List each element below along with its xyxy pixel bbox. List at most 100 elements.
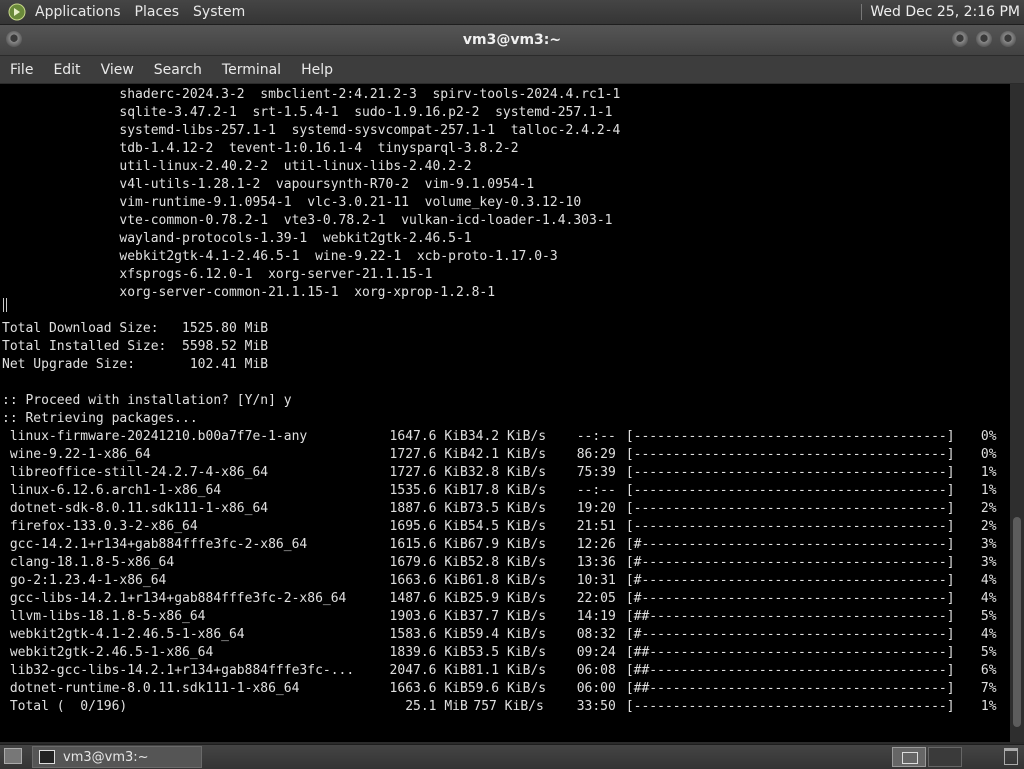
package-line: webkit2gtk-4.1-2.46.5-1 wine-9.22-1 xcb-… — [2, 249, 558, 264]
system-menu[interactable]: System — [186, 0, 252, 24]
download-progress-bar: [##-------------------------------------… — [625, 609, 955, 624]
trash-icon[interactable] — [1004, 748, 1018, 765]
download-package-name: dotnet-sdk-8.0.11.sdk111-1-x86_64 — [9, 501, 269, 516]
download-progress-bar: [---------------------------------------… — [625, 447, 955, 462]
download-percent: 1% — [980, 483, 997, 498]
download-eta: --:-- — [576, 429, 616, 444]
download-progress-bar: [##-------------------------------------… — [625, 663, 955, 678]
package-line: wayland-protocols-1.39-1 webkit2gtk-2.46… — [2, 231, 472, 246]
minimize-icon[interactable] — [952, 31, 968, 47]
menu-help[interactable]: Help — [291, 62, 343, 78]
download-rate: 81.1 KiB/s — [467, 663, 547, 678]
download-rate: 34.2 KiB/s — [467, 429, 547, 444]
text-cursor-icon — [3, 298, 7, 312]
download-size: 1583.6 KiB — [389, 627, 468, 642]
download-row: linux-firmware-20241210.b00a7f7e-1-any 16… — [2, 428, 1010, 446]
package-line: tdb-1.4.12-2 tevent-1:0.16.1-4 tinysparq… — [2, 141, 519, 156]
top-panel: Applications Places System Wed Dec 25, 2… — [0, 0, 1024, 25]
download-percent: 5% — [980, 609, 997, 624]
download-row: Total ( 0/196) 25.1 MiB 757 KiB/s 33:50 [---… — [2, 698, 1010, 716]
download-size: 1615.6 KiB — [389, 537, 468, 552]
terminal-output[interactable]: shaderc-2024.3-2 smbclient-2:4.21.2-3 sp… — [0, 84, 1010, 742]
download-percent: 6% — [980, 663, 997, 678]
download-size: 1727.6 KiB — [389, 465, 468, 480]
terminal-icon — [39, 750, 55, 764]
download-rate: 54.5 KiB/s — [467, 519, 547, 534]
window-menu-icon[interactable] — [6, 31, 22, 47]
download-progress-bar: [---------------------------------------… — [625, 519, 955, 534]
download-size: 1903.6 KiB — [389, 609, 468, 624]
taskbar-terminal-item[interactable]: vm3@vm3:~ — [32, 746, 202, 768]
download-percent: 0% — [980, 447, 997, 462]
download-rate: 59.4 KiB/s — [467, 627, 547, 642]
download-percent: 2% — [980, 519, 997, 534]
download-rate: 52.8 KiB/s — [467, 555, 547, 570]
workspace-2[interactable] — [928, 747, 962, 767]
download-eta: 21:51 — [576, 519, 616, 534]
download-size: 1663.6 KiB — [389, 573, 468, 588]
download-eta: 14:19 — [576, 609, 616, 624]
download-eta: 19:20 — [576, 501, 616, 516]
download-eta: 33:50 — [576, 699, 616, 714]
download-size: 1887.6 KiB — [389, 501, 468, 516]
window-thumb-icon — [902, 752, 918, 764]
download-rate: 42.1 KiB/s — [467, 447, 547, 462]
download-row: libreoffice-still-24.2.7-4-x86_64 1727.6 … — [2, 464, 1010, 482]
distro-logo-icon[interactable] — [8, 3, 26, 21]
download-package-name: dotnet-runtime-8.0.11.sdk111-1-x86_64 — [9, 681, 300, 696]
panel-separator — [861, 4, 863, 20]
menu-file[interactable]: File — [0, 62, 43, 78]
upgrade-size-line: Net Upgrade Size: 102.41 MiB — [2, 357, 269, 372]
menu-terminal[interactable]: Terminal — [212, 62, 291, 78]
download-percent: 5% — [980, 645, 997, 660]
download-package-name: libreoffice-still-24.2.7-4-x86_64 — [9, 465, 269, 480]
package-line: shaderc-2024.3-2 smbclient-2:4.21.2-3 sp… — [2, 87, 621, 102]
download-package-name: lib32-gcc-libs-14.2.1+r134+gab884fffe3fc… — [9, 663, 355, 678]
download-size: 2047.6 KiB — [389, 663, 468, 678]
download-row: go-2:1.23.4-1-x86_64 1663.6 KiB61.8 KiB/s… — [2, 572, 1010, 590]
show-desktop-icon[interactable] — [4, 748, 22, 764]
download-row: clang-18.1.8-5-x86_64 1679.6 KiB52.8 KiB/… — [2, 554, 1010, 572]
download-size: 1487.6 KiB — [389, 591, 468, 606]
download-row: firefox-133.0.3-2-x86_64 1695.6 KiB54.5 K… — [2, 518, 1010, 536]
clock[interactable]: Wed Dec 25, 2:16 PM — [870, 4, 1024, 20]
scrollbar-thumb[interactable] — [1013, 517, 1021, 727]
applications-menu[interactable]: Applications — [28, 0, 128, 24]
download-rate: 32.8 KiB/s — [467, 465, 547, 480]
download-package-name: linux-6.12.6.arch1-1-x86_64 — [9, 483, 222, 498]
maximize-icon[interactable] — [976, 31, 992, 47]
download-progress-bar: [---------------------------------------… — [625, 465, 955, 480]
terminal-scrollbar[interactable] — [1010, 84, 1024, 742]
close-icon[interactable] — [1000, 31, 1016, 47]
download-size: 25.1 MiB — [405, 699, 468, 714]
download-row: webkit2gtk-2.46.5-1-x86_64 1839.6 KiB53.5… — [2, 644, 1010, 662]
download-rate: 757 KiB/s — [473, 699, 544, 714]
download-rate: 67.9 KiB/s — [467, 537, 547, 552]
download-eta: 86:29 — [576, 447, 616, 462]
places-menu[interactable]: Places — [128, 0, 187, 24]
window-titlebar[interactable]: vm3@vm3:~ — [0, 25, 1024, 55]
menu-edit[interactable]: Edit — [43, 62, 90, 78]
download-size-line: Total Download Size: 1525.80 MiB — [2, 321, 269, 336]
menu-search[interactable]: Search — [144, 62, 212, 78]
download-percent: 4% — [980, 573, 997, 588]
download-size: 1663.6 KiB — [389, 681, 468, 696]
menu-view[interactable]: View — [91, 62, 144, 78]
download-size: 1647.6 KiB — [389, 429, 468, 444]
download-rate: 61.8 KiB/s — [467, 573, 547, 588]
proceed-prompt: :: Proceed with installation? [Y/n] y — [2, 393, 292, 408]
workspace-1[interactable] — [892, 747, 926, 767]
download-package-name: webkit2gtk-2.46.5-1-x86_64 — [9, 645, 214, 660]
download-rate: 59.6 KiB/s — [467, 681, 547, 696]
download-percent: 2% — [980, 501, 997, 516]
retrieving-line: :: Retrieving packages... — [2, 411, 198, 426]
